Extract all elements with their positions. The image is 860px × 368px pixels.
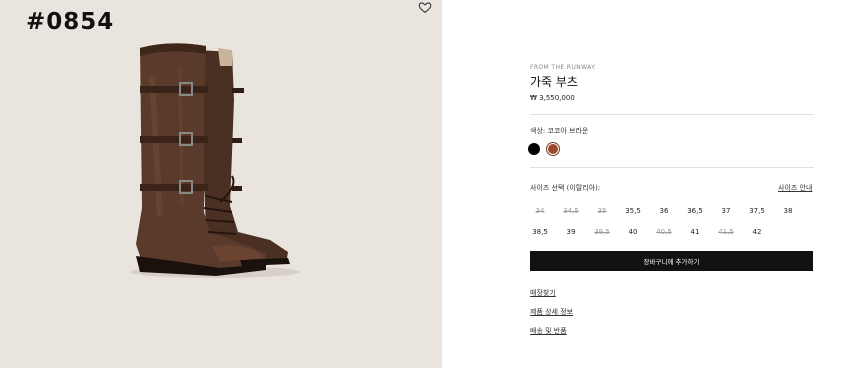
product-image-panel: #0854 bbox=[0, 0, 442, 368]
size-option[interactable]: 37,5 bbox=[747, 207, 767, 215]
size-option[interactable]: 34 bbox=[530, 207, 550, 215]
size-option[interactable]: 34,5 bbox=[561, 207, 581, 215]
runway-eyebrow: FROM THE RUNWAY bbox=[530, 64, 596, 71]
product-title: 가죽 부츠 bbox=[530, 75, 578, 89]
add-to-cart-button[interactable]: 장바구니에 추가하기 bbox=[530, 251, 813, 271]
lot-tag: #0854 bbox=[26, 9, 115, 35]
color-label: 색상: 코코아 브라운 bbox=[530, 127, 589, 135]
leather-boots-image bbox=[130, 43, 300, 278]
size-option[interactable]: 41 bbox=[685, 228, 705, 236]
size-option[interactable]: 36,5 bbox=[685, 207, 705, 215]
size-option[interactable]: 41,5 bbox=[716, 228, 736, 236]
size-option[interactable]: 42 bbox=[747, 228, 767, 236]
size-guide-link[interactable]: 사이즈 안내 bbox=[778, 183, 812, 193]
store-finder-link[interactable]: 매장찾기 bbox=[530, 288, 556, 298]
divider bbox=[530, 114, 814, 115]
heart-icon[interactable] bbox=[418, 0, 432, 14]
size-option[interactable]: 35,5 bbox=[623, 207, 643, 215]
swatch-black[interactable] bbox=[528, 143, 540, 155]
product-details-link[interactable]: 제품 상세 정보 bbox=[530, 307, 573, 317]
size-select-label: 사이즈 선택 (이탈리아): bbox=[530, 184, 601, 192]
size-option[interactable]: 40 bbox=[623, 228, 643, 236]
size-option[interactable]: 40,5 bbox=[654, 228, 674, 236]
shipping-returns-link[interactable]: 배송 및 반품 bbox=[530, 326, 567, 336]
size-option[interactable]: 37 bbox=[716, 207, 736, 215]
size-option[interactable]: 39,5 bbox=[592, 228, 612, 236]
swatch-cocoa-brown[interactable] bbox=[547, 143, 559, 155]
size-option[interactable]: 35 bbox=[592, 207, 612, 215]
size-option[interactable]: 38 bbox=[778, 207, 798, 215]
size-option[interactable]: 39 bbox=[561, 228, 581, 236]
divider bbox=[530, 167, 814, 168]
product-price: ₩ 3,550,000 bbox=[530, 94, 575, 102]
size-option[interactable]: 36 bbox=[654, 207, 674, 215]
size-option[interactable]: 38,5 bbox=[530, 228, 550, 236]
